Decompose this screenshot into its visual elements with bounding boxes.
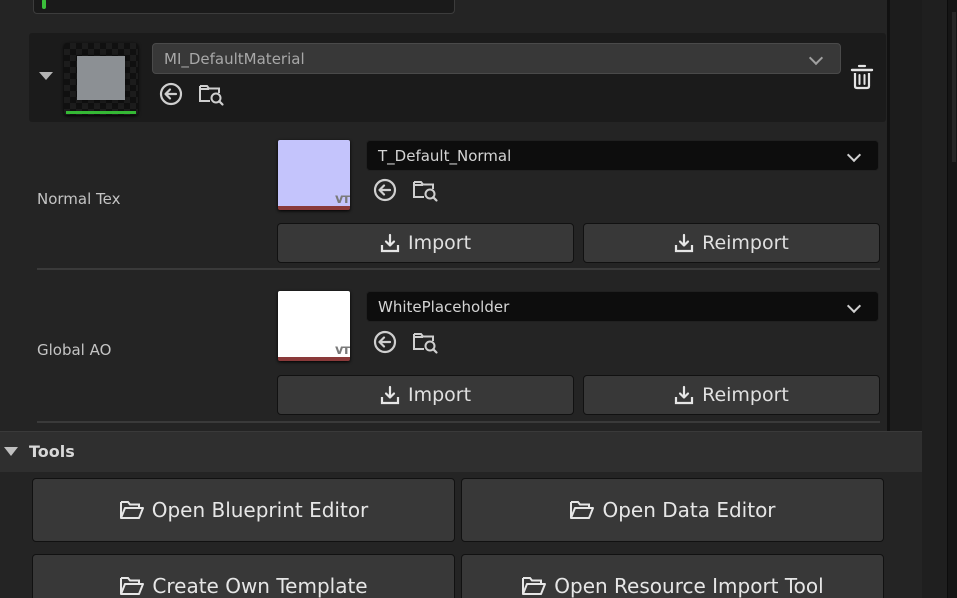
previous-property-field[interactable]	[33, 0, 455, 14]
tools-section-body: Open Blueprint Editor Open Data Editor C…	[0, 472, 922, 598]
tools-section-header[interactable]: Tools	[0, 431, 922, 473]
download-tray-icon	[674, 233, 694, 253]
open-blueprint-editor-label: Open Blueprint Editor	[151, 498, 369, 522]
normal-tex-import-label: Import	[407, 232, 472, 254]
open-data-editor-label: Open Data Editor	[602, 498, 776, 522]
global-ao-thumbnail[interactable]: vт	[278, 291, 350, 361]
open-data-editor-button[interactable]: Open Data Editor	[461, 478, 884, 542]
global-ao-combo[interactable]: WhitePlaceholder	[366, 291, 879, 322]
material-thumbnail[interactable]	[64, 43, 138, 115]
row-divider	[37, 268, 880, 270]
global-ao-browse-button[interactable]	[411, 328, 438, 354]
download-tray-icon	[380, 385, 400, 405]
normal-tex-reimport-button[interactable]: Reimport	[583, 223, 880, 263]
expand-material-arrow-icon[interactable]	[39, 72, 53, 80]
normal-tex-reimport-label: Reimport	[702, 232, 789, 254]
open-resource-import-tool-button[interactable]: Open Resource Import Tool	[461, 554, 884, 598]
material-combo-value: MI_DefaultMaterial	[164, 50, 305, 68]
virtual-texture-badge: vт	[334, 192, 350, 207]
collapse-arrow-icon	[4, 447, 18, 456]
global-ao-reimport-label: Reimport	[702, 384, 789, 406]
normal-tex-import-button[interactable]: Import	[277, 223, 574, 263]
folder-open-icon	[521, 575, 547, 597]
normal-tex-combo-value: T_Default_Normal	[378, 147, 512, 165]
normal-tex-combo[interactable]: T_Default_Normal	[366, 140, 879, 171]
virtual-texture-badge: vт	[334, 343, 350, 358]
chevron-down-icon	[846, 147, 862, 163]
delete-slot-button[interactable]	[850, 64, 874, 90]
folder-open-icon	[569, 499, 595, 521]
outer-scrollbar-thumb[interactable]	[952, 12, 956, 162]
chevron-down-icon	[808, 50, 824, 66]
material-thumbnail-indicator	[66, 111, 136, 114]
arrow-left-circle-icon	[373, 330, 397, 354]
arrow-left-circle-icon	[373, 178, 397, 202]
download-tray-icon	[380, 233, 400, 253]
use-selected-asset-button[interactable]	[158, 81, 184, 107]
tools-section-title: Tools	[29, 442, 75, 461]
create-own-template-label: Create Own Template	[152, 574, 368, 598]
global-ao-import-button[interactable]: Import	[277, 375, 574, 415]
normal-tex-use-selected-button[interactable]	[372, 177, 398, 203]
open-resource-import-tool-label: Open Resource Import Tool	[554, 574, 824, 598]
normal-tex-browse-button[interactable]	[411, 176, 438, 202]
open-blueprint-editor-button[interactable]: Open Blueprint Editor	[32, 478, 455, 542]
download-tray-icon	[674, 385, 694, 405]
global-ao-label: Global AO	[37, 341, 112, 359]
material-swatch	[77, 56, 125, 100]
details-panel: MI_DefaultMaterial Normal Tex vт T_Defau…	[0, 0, 957, 598]
global-ao-import-label: Import	[407, 384, 472, 406]
global-ao-combo-value: WhitePlaceholder	[378, 298, 510, 316]
material-combo[interactable]: MI_DefaultMaterial	[152, 43, 841, 74]
normal-tex-label: Normal Tex	[37, 190, 121, 208]
side-dock-area	[922, 0, 947, 598]
folder-search-icon	[413, 181, 438, 202]
folder-search-icon	[413, 333, 438, 354]
chevron-down-icon	[846, 298, 862, 314]
folder-search-icon	[199, 85, 224, 106]
normal-tex-thumbnail[interactable]: vт	[278, 140, 350, 210]
folder-open-icon	[119, 575, 145, 597]
arrow-left-circle-icon	[159, 82, 183, 106]
previous-field-indicator	[42, 0, 46, 9]
global-ao-use-selected-button[interactable]	[372, 329, 398, 355]
folder-open-icon	[119, 499, 145, 521]
outer-scrollbar[interactable]	[947, 0, 957, 598]
row-divider	[37, 421, 880, 423]
vertical-scrollbar[interactable]	[890, 0, 922, 431]
create-own-template-button[interactable]: Create Own Template	[32, 554, 455, 598]
browse-to-asset-button[interactable]	[197, 80, 224, 106]
global-ao-reimport-button[interactable]: Reimport	[583, 375, 880, 415]
trash-icon	[850, 64, 874, 90]
